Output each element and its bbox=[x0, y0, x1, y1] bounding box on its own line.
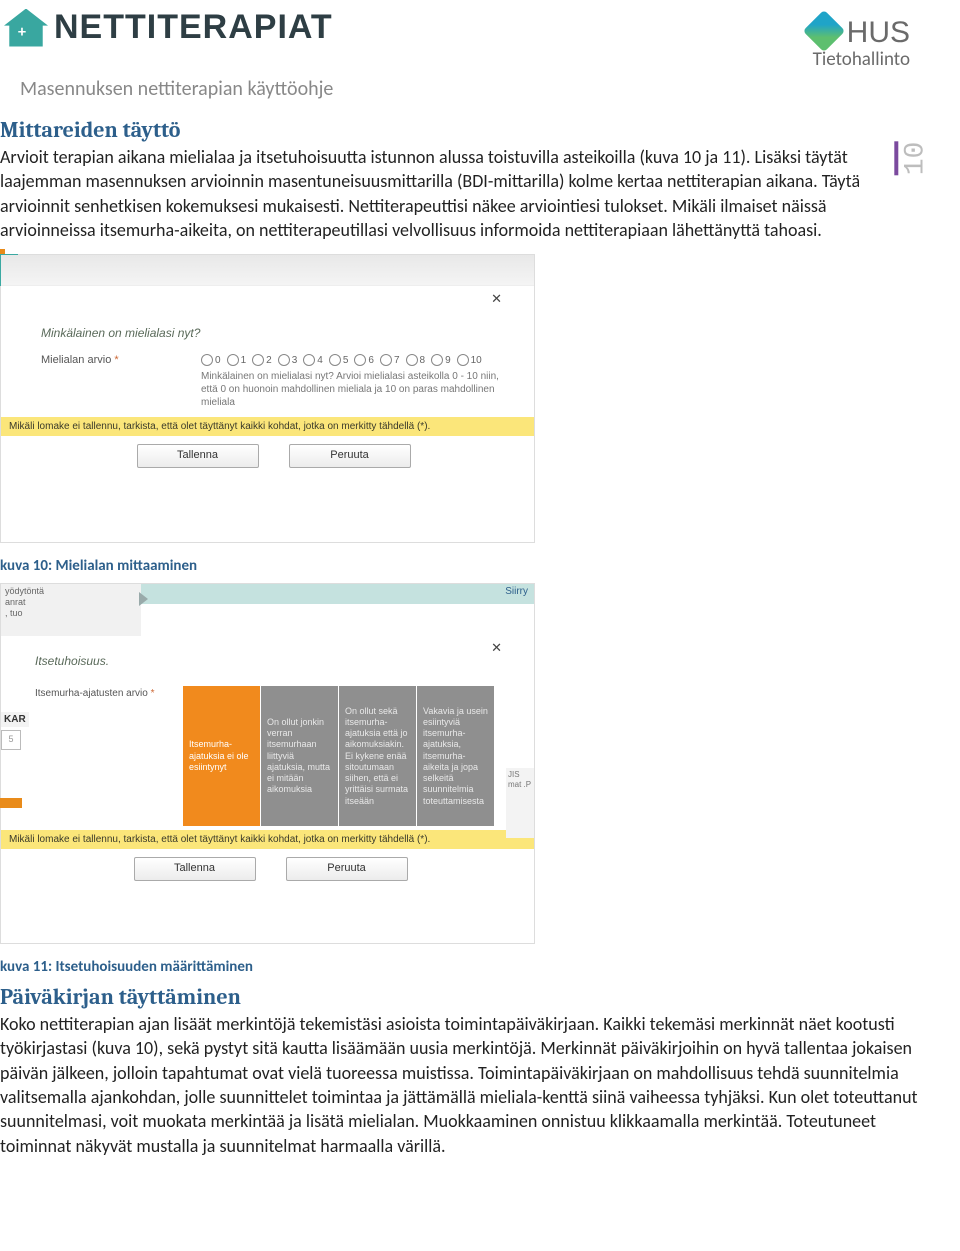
warning-bar: Mikäli lomake ei tallennu, tarkista, ett… bbox=[1, 830, 534, 849]
hus-icon bbox=[803, 10, 845, 52]
cancel-button[interactable]: Peruuta bbox=[289, 444, 411, 468]
decorative-orange-side bbox=[0, 798, 22, 808]
rating-scale: 0 1 2 3 4 5 6 7 8 9 10 bbox=[201, 354, 482, 366]
figure-10-caption: kuva 10: Mielialan mittaaminen bbox=[0, 557, 960, 575]
radio-label: 6 bbox=[368, 355, 374, 366]
radio-label: 0 bbox=[215, 355, 221, 366]
option-4[interactable]: Vakavia ja usein esiintyviä itsemurha-aj… bbox=[417, 686, 495, 826]
heading-paivakirja: Päiväkirjan täyttäminen bbox=[0, 984, 960, 1010]
radio-label: 4 bbox=[317, 355, 323, 366]
radio-option[interactable]: 7 bbox=[380, 354, 400, 366]
figure-11: yödytöntä anrat , tuo Siirry ✕ KAR 5 JIS… bbox=[0, 583, 535, 944]
hus-main: HUS bbox=[847, 16, 910, 49]
radio-icon bbox=[431, 354, 443, 366]
radio-icon bbox=[380, 354, 392, 366]
radio-label: 9 bbox=[445, 355, 451, 366]
radio-icon bbox=[457, 354, 469, 366]
radio-icon bbox=[406, 354, 418, 366]
page-header: NETTITERAPIAT HUS Tietohallinto bbox=[0, 0, 960, 71]
close-icon[interactable]: ✕ bbox=[491, 640, 502, 656]
radio-option[interactable]: 4 bbox=[303, 354, 323, 366]
radio-label: 1 bbox=[241, 355, 247, 366]
field-hint: Minkälainen on mielialasi nyt? Arvioi mi… bbox=[201, 370, 506, 409]
radio-option[interactable]: 5 bbox=[329, 354, 349, 366]
side-page-box: 5 bbox=[1, 730, 21, 750]
radio-icon bbox=[227, 354, 239, 366]
figure-10: ✕ Minkälainen on mielialasi nyt? Mielial… bbox=[0, 254, 535, 543]
save-button[interactable]: Tallenna bbox=[134, 857, 256, 881]
likert-row: Itsemurha-ajatusten arvio * Itsemurha-aj… bbox=[35, 686, 506, 826]
document-title: Masennuksen nettiterapian käyttöohje bbox=[0, 71, 960, 111]
radio-label: 5 bbox=[343, 355, 349, 366]
save-button[interactable]: Tallenna bbox=[137, 444, 259, 468]
field-label: Itsemurha-ajatusten arvio * bbox=[35, 686, 183, 826]
radio-option[interactable]: 1 bbox=[227, 354, 247, 366]
radio-option[interactable]: 6 bbox=[354, 354, 374, 366]
heading-mittareiden: Mittareiden täyttö bbox=[0, 117, 960, 143]
siirry-link[interactable]: Siirry bbox=[505, 586, 528, 597]
modal-titlebar bbox=[1, 255, 534, 286]
logo-hus: HUS Tietohallinto bbox=[757, 8, 950, 71]
page-number: 10 bbox=[895, 142, 932, 176]
radio-icon bbox=[329, 354, 341, 366]
radio-icon bbox=[252, 354, 264, 366]
modal-title: Itsetuhoisuus. bbox=[35, 654, 506, 668]
radio-label: 2 bbox=[266, 355, 272, 366]
blank-space bbox=[1, 891, 534, 943]
close-icon[interactable]: ✕ bbox=[491, 291, 502, 307]
radio-icon bbox=[303, 354, 315, 366]
radio-option[interactable]: 8 bbox=[406, 354, 426, 366]
radio-option[interactable]: 10 bbox=[457, 354, 482, 366]
side-label-kar: KAR bbox=[1, 712, 29, 727]
question-title: Minkälainen on mielialasi nyt? bbox=[41, 326, 506, 340]
logo-wordmark: NETTITERAPIAT bbox=[54, 8, 333, 47]
radio-icon bbox=[354, 354, 366, 366]
paragraph-paivakirja: Koko nettiterapian ajan lisäät merkintöj… bbox=[0, 1012, 960, 1158]
background-peek-left: yödytöntä anrat , tuo bbox=[1, 584, 141, 636]
option-2[interactable]: On ollut jonkin verran itsemurhaan liitt… bbox=[261, 686, 339, 826]
radio-label: 10 bbox=[471, 355, 482, 366]
logo-nettiterapiat: NETTITERAPIAT bbox=[4, 8, 333, 47]
radio-option[interactable]: 3 bbox=[278, 354, 298, 366]
radio-icon bbox=[278, 354, 290, 366]
background-peek-right: JIS mat .P bbox=[506, 768, 534, 838]
radio-label: 8 bbox=[420, 355, 426, 366]
option-selected[interactable]: Itsemurha-ajatuksia ei ole esiintynyt bbox=[183, 686, 261, 826]
cancel-button[interactable]: Peruuta bbox=[286, 857, 408, 881]
radio-label: 3 bbox=[292, 355, 298, 366]
radio-icon bbox=[201, 354, 213, 366]
warning-bar: Mikäli lomake ei tallennu, tarkista, ett… bbox=[1, 417, 534, 436]
house-icon bbox=[4, 9, 48, 47]
blank-space bbox=[1, 478, 534, 542]
hus-sub: Tietohallinto bbox=[813, 48, 910, 71]
arrow-icon bbox=[139, 592, 148, 606]
radio-option[interactable]: 2 bbox=[252, 354, 272, 366]
field-label: Mielialan arvio * bbox=[41, 354, 191, 366]
radio-option[interactable]: 0 bbox=[201, 354, 221, 366]
option-3[interactable]: On ollut sekä itsemurha-ajatuksia että j… bbox=[339, 686, 417, 826]
radio-option[interactable]: 9 bbox=[431, 354, 451, 366]
paragraph-mittareiden: Arvioit terapian aikana mielialaa ja its… bbox=[0, 145, 960, 242]
radio-label: 7 bbox=[394, 355, 400, 366]
figure-11-caption: kuva 11: Itsetuhoisuuden määrittäminen bbox=[0, 958, 960, 976]
